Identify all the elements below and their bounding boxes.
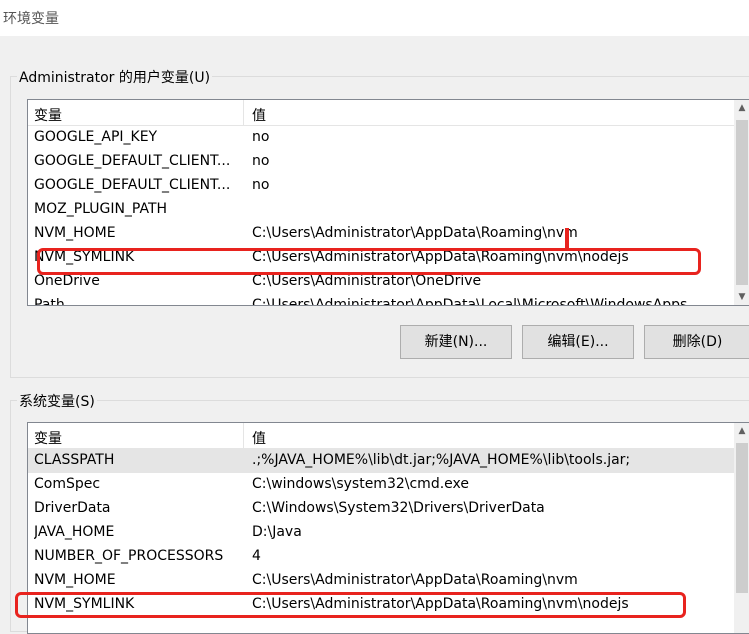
column-header-value[interactable]: 值 xyxy=(252,105,266,125)
table-row[interactable]: GOOGLE_API_KEY no xyxy=(28,126,734,150)
var-name: GOOGLE_API_KEY xyxy=(34,129,158,145)
column-header-name[interactable]: 变量 xyxy=(34,428,62,448)
list-header: 变量 值 xyxy=(28,423,734,449)
scroll-up-icon[interactable]: ▲ xyxy=(734,100,749,116)
var-name: CLASSPATH xyxy=(34,452,115,468)
scroll-up-icon[interactable]: ▲ xyxy=(734,423,749,439)
edit-button[interactable]: 编辑(E)... xyxy=(522,325,634,359)
var-name: MOZ_PLUGIN_PATH xyxy=(34,201,168,217)
highlight-box-user-nvm-symlink xyxy=(37,248,701,275)
table-row[interactable]: JAVA_HOME D:\Java xyxy=(28,521,734,545)
var-value: no xyxy=(252,129,270,145)
var-name: DriverData xyxy=(34,500,111,516)
new-button[interactable]: 新建(N)... xyxy=(400,325,512,359)
var-name: GOOGLE_DEFAULT_CLIENT... xyxy=(34,177,231,193)
table-row[interactable]: GOOGLE_DEFAULT_CLIENT... no xyxy=(28,174,734,198)
user-vars-rows: GOOGLE_API_KEY no GOOGLE_DEFAULT_CLIENT..… xyxy=(28,126,734,306)
var-value: C:\windows\system32\cmd.exe xyxy=(252,476,469,492)
table-row[interactable]: GOOGLE_DEFAULT_CLIENT... no xyxy=(28,150,734,174)
var-value: C:\Users\Administrator\AppData\Roaming\n… xyxy=(252,225,578,241)
user-vars-label: Administrator 的用户变量(U) xyxy=(17,67,213,87)
column-divider[interactable] xyxy=(243,100,244,125)
var-name: NVM_HOME xyxy=(34,225,116,241)
var-name: JAVA_HOME xyxy=(34,524,115,540)
var-name: OneDrive xyxy=(34,273,100,289)
var-value: 4 xyxy=(252,548,261,564)
vertical-scrollbar[interactable]: ▲ ▼ xyxy=(734,100,749,305)
var-name: GOOGLE_DEFAULT_CLIENT... xyxy=(34,153,231,169)
var-value: no xyxy=(252,153,270,169)
var-name: Path xyxy=(34,297,65,306)
scroll-thumb[interactable] xyxy=(736,443,748,593)
table-row[interactable]: NUMBER_OF_PROCESSORS 4 xyxy=(28,545,734,569)
var-value: no xyxy=(252,177,270,193)
var-value: C:\Users\Administrator\AppData\Roaming\n… xyxy=(252,572,578,588)
column-divider[interactable] xyxy=(243,423,244,448)
column-header-value[interactable]: 值 xyxy=(252,428,266,448)
var-value: C:\Windows\System32\Drivers\DriverData xyxy=(252,500,545,516)
table-row[interactable]: NVM_HOME C:\Users\Administrator\AppData\R… xyxy=(28,222,734,246)
table-row[interactable]: Path C:\Users\Administrator\AppData\Local… xyxy=(28,294,734,306)
window-title: 环境变量 xyxy=(3,11,59,27)
table-row[interactable]: CLASSPATH .;%JAVA_HOME%\lib\dt.jar;%JAVA_… xyxy=(28,449,734,473)
title-bar: 环境变量 xyxy=(0,0,749,36)
column-header-name[interactable]: 变量 xyxy=(34,105,62,125)
scroll-down-icon[interactable]: ▼ xyxy=(734,289,749,305)
system-vars-label: 系统变量(S) xyxy=(17,391,97,411)
table-row[interactable]: ComSpec C:\windows\system32\cmd.exe xyxy=(28,473,734,497)
var-value: D:\Java xyxy=(252,524,302,540)
list-header: 变量 值 xyxy=(28,100,734,126)
var-name: NUMBER_OF_PROCESSORS xyxy=(34,548,224,564)
highlight-box-system-nvm-symlink xyxy=(15,592,686,618)
table-row[interactable]: DriverData C:\Windows\System32\Drivers\Dr… xyxy=(28,497,734,521)
var-value: C:\Users\Administrator\AppData\Local\Mic… xyxy=(252,297,688,306)
var-value: .;%JAVA_HOME%\lib\dt.jar;%JAVA_HOME%\lib… xyxy=(252,452,631,468)
table-row[interactable]: NVM_HOME C:\Users\Administrator\AppData\R… xyxy=(28,569,734,593)
table-row[interactable]: MOZ_PLUGIN_PATH xyxy=(28,198,734,222)
var-name: ComSpec xyxy=(34,476,101,492)
vertical-scrollbar[interactable]: ▲ xyxy=(734,423,749,633)
var-value: C:\Users\Administrator\OneDrive xyxy=(252,273,482,289)
delete-button[interactable]: 删除(D) xyxy=(644,325,749,359)
highlight-mark xyxy=(565,228,569,248)
var-name: NVM_HOME xyxy=(34,572,116,588)
scroll-thumb[interactable] xyxy=(736,120,748,285)
